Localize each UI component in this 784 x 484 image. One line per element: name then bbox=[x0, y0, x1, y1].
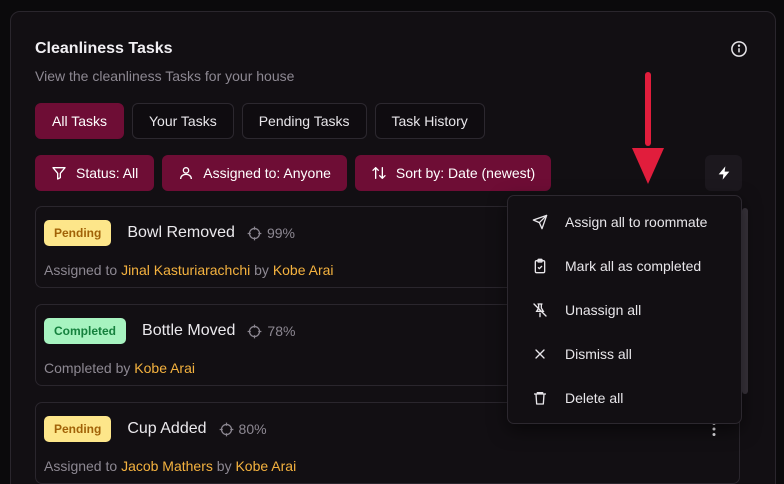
sort-label: Sort by: Date (newest) bbox=[395, 165, 536, 181]
assignee-name[interactable]: Jacob Mathers bbox=[121, 458, 213, 474]
confidence: 99% bbox=[247, 225, 295, 241]
by-word: by bbox=[216, 458, 232, 474]
pin-off-icon bbox=[533, 303, 547, 318]
user-icon bbox=[180, 167, 193, 180]
confidence-value: 78% bbox=[267, 323, 296, 339]
menu-item-mark-completed[interactable]: Mark all as completed bbox=[508, 244, 741, 288]
status-filter-button[interactable]: Status: All bbox=[35, 155, 155, 191]
target-icon bbox=[247, 226, 262, 240]
assignment-prefix: Completed by bbox=[44, 360, 131, 376]
assignee-filter-label: Assigned to: Anyone bbox=[203, 165, 331, 181]
confidence-value: 80% bbox=[238, 421, 267, 437]
tab-pending-tasks[interactable]: Pending Tasks bbox=[241, 103, 367, 139]
task-assignment: Assigned to Jinal Kasturiarachchi by Kob… bbox=[44, 262, 334, 278]
menu-item-label: Delete all bbox=[565, 390, 624, 406]
tab-your-tasks[interactable]: Your Tasks bbox=[131, 103, 234, 139]
sort-arrows-icon bbox=[372, 167, 386, 179]
page-subtitle: View the cleanliness Tasks for your hous… bbox=[35, 68, 295, 84]
task-assignment: Completed by Kobe Arai bbox=[44, 360, 195, 376]
completer-name[interactable]: Kobe Arai bbox=[134, 360, 195, 376]
task-name: Bowl Removed bbox=[127, 224, 235, 241]
menu-item-label: Mark all as completed bbox=[565, 258, 702, 274]
send-icon bbox=[532, 214, 548, 230]
status-filter-label: Status: All bbox=[76, 165, 139, 181]
status-badge: Pending bbox=[44, 220, 112, 246]
task-tabs: All Tasks Your Tasks Pending Tasks Task … bbox=[35, 103, 485, 139]
scrollbar[interactable] bbox=[742, 208, 748, 394]
status-badge: Pending bbox=[44, 416, 112, 442]
lightning-bolt-icon bbox=[718, 166, 729, 180]
target-icon bbox=[219, 422, 233, 436]
task-assignment: Assigned to Jacob Mathers by Kobe Arai bbox=[44, 458, 296, 474]
task-name: Cup Added bbox=[127, 420, 207, 437]
confidence: 78% bbox=[247, 323, 295, 339]
bulk-actions-menu: Assign all to roommate Mark all as compl… bbox=[507, 195, 742, 424]
menu-item-label: Unassign all bbox=[565, 302, 642, 318]
assignee-name[interactable]: Jinal Kasturiarachchi bbox=[121, 262, 250, 278]
status-badge: Completed bbox=[44, 318, 127, 344]
trash-icon bbox=[534, 392, 546, 405]
by-word: by bbox=[254, 262, 269, 278]
menu-item-delete-all[interactable]: Delete all bbox=[508, 376, 741, 420]
menu-item-dismiss-all[interactable]: Dismiss all bbox=[508, 332, 741, 376]
x-icon bbox=[535, 349, 545, 359]
menu-item-unassign-all[interactable]: Unassign all bbox=[508, 288, 741, 332]
clipboard-check-icon bbox=[534, 258, 546, 274]
funnel-icon bbox=[52, 167, 66, 180]
assigner-name[interactable]: Kobe Arai bbox=[273, 262, 334, 278]
tab-task-history[interactable]: Task History bbox=[374, 103, 485, 139]
task-name: Bottle Moved bbox=[142, 322, 236, 339]
page-title: Cleanliness Tasks bbox=[35, 40, 173, 57]
confidence-value: 99% bbox=[266, 225, 295, 241]
assignment-prefix: Assigned to bbox=[44, 262, 118, 278]
assignee-filter-button[interactable]: Assigned to: Anyone bbox=[162, 155, 347, 191]
menu-item-label: Assign all to roommate bbox=[565, 214, 708, 230]
annotation-arrow-icon bbox=[632, 72, 664, 184]
confidence: 80% bbox=[219, 421, 267, 437]
assigner-name[interactable]: Kobe Arai bbox=[235, 458, 296, 474]
menu-item-label: Dismiss all bbox=[565, 346, 632, 362]
filter-bar: Status: All Assigned to: Anyone Sort by:… bbox=[35, 155, 552, 191]
assignment-prefix: Assigned to bbox=[44, 458, 118, 474]
sort-button[interactable]: Sort by: Date (newest) bbox=[354, 155, 552, 191]
tab-all-tasks[interactable]: All Tasks bbox=[35, 103, 124, 139]
info-icon[interactable] bbox=[730, 40, 748, 58]
target-icon bbox=[248, 324, 262, 338]
menu-item-assign-all[interactable]: Assign all to roommate bbox=[508, 200, 741, 244]
bulk-actions-button[interactable] bbox=[705, 155, 742, 191]
